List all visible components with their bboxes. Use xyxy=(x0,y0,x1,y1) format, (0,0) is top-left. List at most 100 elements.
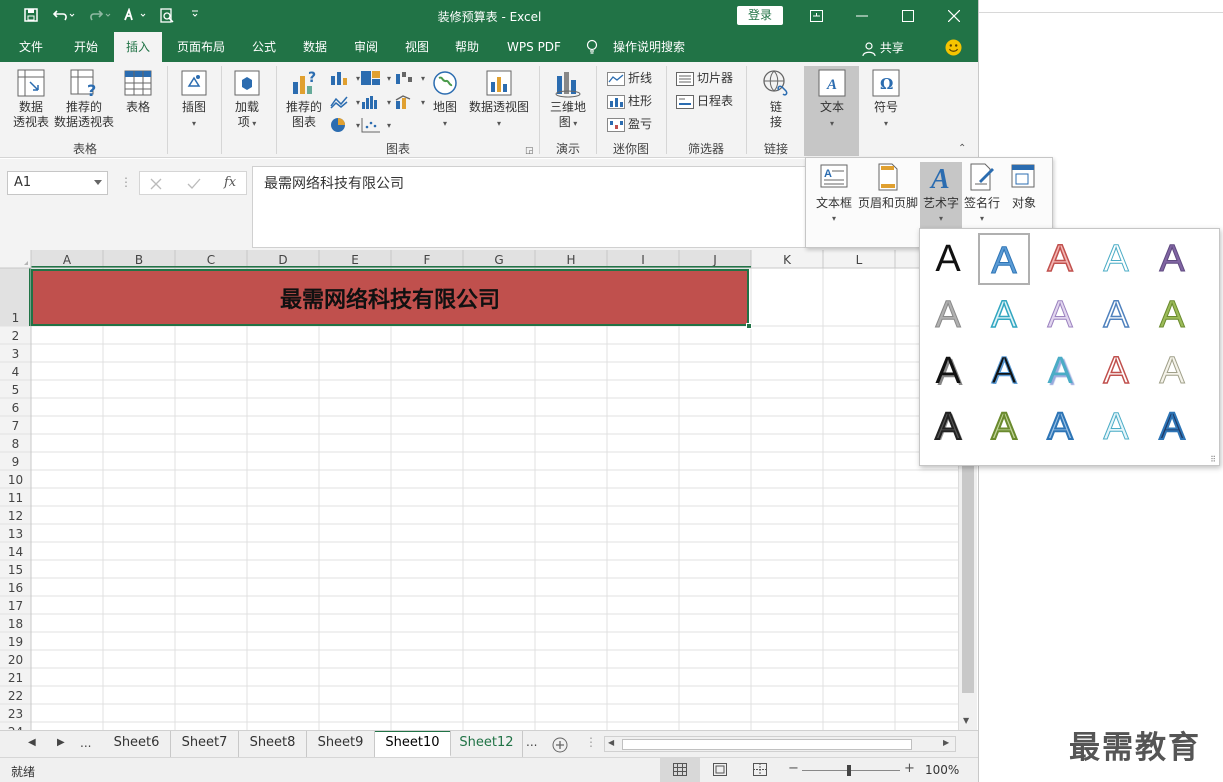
row-header[interactable]: 7 xyxy=(12,419,20,433)
tab-review[interactable]: 审阅 xyxy=(342,32,390,62)
timeline-button[interactable]: 日程表 xyxy=(676,92,733,110)
print-preview-icon[interactable] xyxy=(156,6,178,26)
column-header[interactable]: A xyxy=(63,253,72,267)
column-header[interactable]: E xyxy=(351,253,359,267)
wordart-style-2[interactable]: A xyxy=(978,233,1030,285)
wordart-style-13[interactable]: A xyxy=(1034,345,1086,397)
sheet-tab-sheet10[interactable]: Sheet10 xyxy=(375,731,451,757)
textbox-button[interactable]: A 文本框 ▾ xyxy=(812,162,856,226)
scroll-down-icon[interactable]: ▼ xyxy=(963,716,969,725)
horizontal-scroll-thumb[interactable] xyxy=(622,739,912,750)
tab-view[interactable]: 视图 xyxy=(393,32,441,62)
wordart-style-14[interactable]: A xyxy=(1090,345,1142,397)
scatter-chart-button[interactable]: ▾ xyxy=(360,115,391,133)
ribbon-display-options-icon[interactable] xyxy=(793,0,839,32)
pivot-chart-button[interactable]: 数据透视图 ▾ xyxy=(466,68,532,131)
tab-split-grip[interactable]: ⋮ xyxy=(585,735,597,749)
wordart-style-7[interactable]: A xyxy=(978,289,1030,341)
text-format-icon[interactable] xyxy=(120,6,150,26)
column-header[interactable]: B xyxy=(135,253,143,267)
tab-page-layout[interactable]: 页面布局 xyxy=(170,32,232,62)
line-chart-button[interactable]: ▾ xyxy=(329,92,360,110)
zoom-slider[interactable] xyxy=(802,770,900,771)
row-header[interactable]: 5 xyxy=(12,383,20,397)
slicer-button[interactable]: 切片器 xyxy=(676,69,733,87)
tab-data[interactable]: 数据 xyxy=(291,32,339,62)
wordart-style-1[interactable]: A xyxy=(922,233,974,285)
add-sheet-icon[interactable] xyxy=(552,737,568,753)
tell-me-search[interactable]: 操作说明搜索 xyxy=(606,32,692,62)
share-button[interactable]: 共享 xyxy=(862,39,904,57)
sheet-tab-sheet7[interactable]: Sheet7 xyxy=(171,731,239,757)
sheet-tab-sheet12[interactable]: Sheet12 xyxy=(451,731,523,757)
column-header[interactable]: G xyxy=(494,253,503,267)
scroll-right-icon[interactable]: ▶ xyxy=(943,738,949,747)
symbols-button[interactable]: Ω 符号 ▾ xyxy=(864,68,908,131)
row-header[interactable]: 11 xyxy=(8,491,23,505)
tab-insert[interactable]: 插入 xyxy=(114,32,162,62)
addins-button[interactable]: 加载 项 ▾ xyxy=(227,68,267,131)
row-header[interactable]: 16 xyxy=(8,581,23,595)
illustrations-button[interactable]: 插图 ▾ xyxy=(174,68,214,131)
row-header[interactable]: 23 xyxy=(8,707,23,721)
row-header[interactable]: 19 xyxy=(8,635,23,649)
sparkline-line-button[interactable]: 折线 xyxy=(607,69,652,87)
sheet-tab-sheet6[interactable]: Sheet6 xyxy=(103,731,171,757)
row-header[interactable]: 17 xyxy=(8,599,23,613)
object-button[interactable]: 对象 xyxy=(1004,162,1044,210)
column-header[interactable]: I xyxy=(641,253,645,267)
wordart-style-20[interactable]: A xyxy=(1146,401,1198,453)
wordart-style-8[interactable]: A xyxy=(1034,289,1086,341)
wordart-style-5[interactable]: A xyxy=(1146,233,1198,285)
wordart-style-3[interactable]: A xyxy=(1034,233,1086,285)
pie-chart-button[interactable]: ▾ xyxy=(329,115,360,133)
wordart-style-10[interactable]: A xyxy=(1146,289,1198,341)
customize-toolbar-icon[interactable] xyxy=(184,6,206,26)
sheet-tab-sheet8[interactable]: Sheet8 xyxy=(239,731,307,757)
page-layout-view-icon[interactable] xyxy=(713,763,727,776)
horizontal-scrollbar[interactable]: ◀ ▶ xyxy=(604,736,956,752)
row-header[interactable]: 2 xyxy=(12,329,20,343)
login-button[interactable]: 登录 xyxy=(737,6,783,25)
row-header[interactable]: 21 xyxy=(8,671,23,685)
zoom-slider-thumb[interactable] xyxy=(847,765,851,776)
redo-icon[interactable] xyxy=(86,6,114,26)
stat-chart-button[interactable]: ▾ xyxy=(360,92,391,110)
row-header[interactable]: 8 xyxy=(12,437,20,451)
wordart-style-4[interactable]: A xyxy=(1090,233,1142,285)
3d-map-button[interactable]: 三维地 图 ▾ xyxy=(546,68,590,131)
row-header[interactable]: 4 xyxy=(12,365,20,379)
column-header[interactable]: J xyxy=(712,253,717,267)
sparkline-winloss-button[interactable]: 盈亏 xyxy=(607,115,652,133)
header-footer-button[interactable]: 页眉和页脚 xyxy=(856,162,920,210)
column-header[interactable]: C xyxy=(207,253,215,267)
wordart-button[interactable]: A 艺术字 ▾ xyxy=(920,162,962,232)
link-button[interactable]: 链 接 xyxy=(756,68,796,130)
undo-icon[interactable] xyxy=(50,6,78,26)
sheet-prev-icon[interactable]: ◀ xyxy=(28,737,36,748)
wordart-style-16[interactable]: A xyxy=(922,401,974,453)
worksheet-grid[interactable]: A B C D E F G H I J K L 1 2 3 4 5 6 7 8 9 10 11 12 13 14 15 16 17 18 1… xyxy=(0,250,958,730)
pivot-table-button[interactable]: 数据 透视表 xyxy=(10,68,52,130)
tab-home[interactable]: 开始 xyxy=(62,32,110,62)
name-box[interactable]: A1 xyxy=(7,171,108,195)
minimize-icon[interactable] xyxy=(839,0,885,32)
signature-line-button[interactable]: 签名行 ▾ xyxy=(962,162,1002,226)
zoom-out-button[interactable]: − xyxy=(788,761,799,776)
sparkline-column-button[interactable]: 柱形 xyxy=(607,92,652,110)
charts-dialog-launcher[interactable]: ◲ xyxy=(525,142,534,160)
row-header[interactable]: 14 xyxy=(8,545,23,559)
chevron-down-icon[interactable] xyxy=(94,180,102,186)
tab-wps-pdf[interactable]: WPS PDF xyxy=(497,32,571,62)
enter-check-icon[interactable] xyxy=(187,178,201,190)
recommended-charts-button[interactable]: ? 推荐的 图表 xyxy=(282,68,326,130)
row-header[interactable]: 18 xyxy=(8,617,23,631)
wordart-style-12[interactable]: A xyxy=(978,345,1030,397)
cancel-icon[interactable] xyxy=(150,178,162,190)
row-header[interactable]: 9 xyxy=(12,455,20,469)
row-header[interactable]: 6 xyxy=(12,401,20,415)
row-header[interactable]: 3 xyxy=(12,347,20,361)
normal-view-button[interactable] xyxy=(660,758,700,782)
tab-formulas[interactable]: 公式 xyxy=(240,32,288,62)
insert-function-button[interactable]: fx xyxy=(224,175,236,190)
